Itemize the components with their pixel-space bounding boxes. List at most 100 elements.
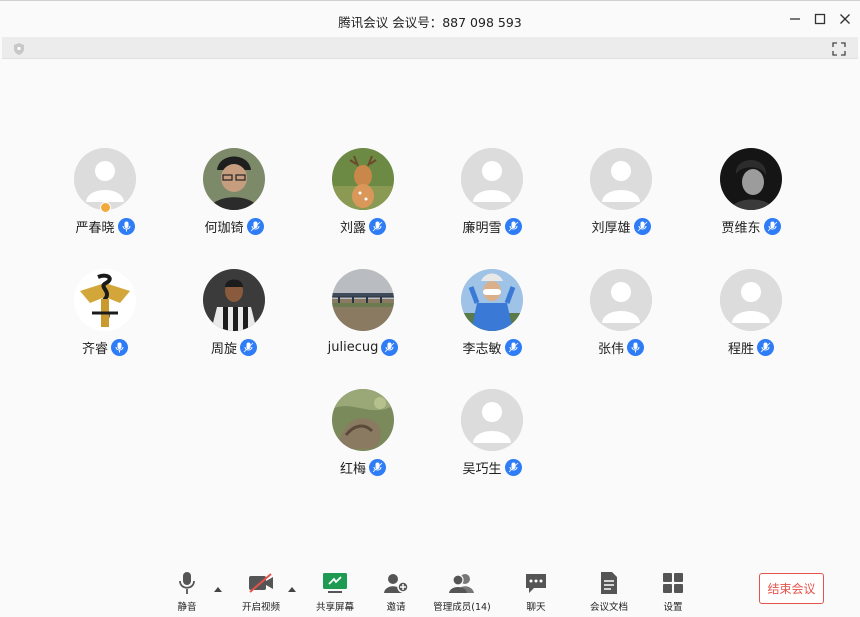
shield-icon [14, 43, 24, 55]
mic-status-icon [111, 338, 128, 356]
mic-active-icon [369, 458, 386, 476]
chat-icon [522, 570, 550, 596]
end-meeting-button[interactable]: 结束会议 [759, 573, 824, 604]
mic-active-icon [369, 217, 386, 235]
manage-members-button[interactable]: 管理成员(14) [427, 570, 497, 614]
participant-name: 刘厚雄 [591, 220, 631, 236]
participant-name: juliecug [327, 339, 379, 355]
person-blue-sky-photo-icon [461, 269, 523, 331]
meeting-info-bar [2, 37, 858, 59]
caret-up-icon [288, 587, 296, 592]
avatar [203, 269, 265, 331]
participant-tile[interactable]: 何珈锜 [179, 148, 289, 248]
participant-tile[interactable]: 贾维东 [696, 148, 806, 248]
share-label: 共享屏幕 [315, 602, 354, 613]
meeting-docs-button[interactable]: 会议文档 [574, 570, 644, 614]
deer-photo-icon [332, 148, 394, 210]
participant-name: 程胜 [727, 341, 754, 357]
participant-tile[interactable]: 红梅 [308, 389, 418, 489]
participant-tile[interactable]: 廉明雪 [437, 148, 547, 248]
fullscreen-icon [832, 42, 846, 56]
avatar [74, 148, 136, 210]
moss-rock-photo-icon [332, 389, 394, 451]
host-badge [100, 202, 111, 213]
minimize-button[interactable] [786, 10, 804, 28]
avatar [332, 269, 394, 331]
person-photo-icon [203, 148, 265, 210]
mic-active-icon [381, 338, 399, 356]
share-screen-icon [321, 570, 349, 596]
mic-status-icon [117, 217, 135, 235]
mic-active-icon [504, 217, 522, 235]
participant-name: 齐睿 [81, 341, 108, 357]
maximize-button[interactable] [811, 10, 829, 28]
river-bridge-photo-icon [332, 269, 394, 331]
avatar [720, 269, 782, 331]
microphone-icon [173, 570, 201, 596]
mute-button[interactable]: 静音 [152, 570, 222, 614]
meeting-toolbar: 静音 开启视频 共享屏幕 邀请 管理成员(14) 聊天 会议文档 设置 结束会议 [0, 560, 860, 617]
participant-tile[interactable]: juliecug [308, 269, 418, 369]
start-video-button[interactable]: 开启视频 [226, 570, 296, 614]
participant-tile[interactable]: 刘厚雄 [566, 148, 676, 248]
participant-name: 红梅 [339, 461, 366, 477]
chat-label: 聊天 [526, 602, 546, 613]
mic-status-icon [627, 338, 644, 356]
participant-name: 刘露 [339, 220, 366, 236]
participant-tile[interactable]: 程胜 [696, 269, 806, 369]
default-avatar-icon [74, 148, 136, 210]
minimize-icon [790, 18, 800, 20]
maximize-icon [814, 13, 826, 25]
members-icon [448, 570, 476, 596]
fullscreen-button[interactable] [832, 41, 846, 56]
add-user-icon [382, 570, 410, 596]
participant-tile[interactable]: 张伟 [566, 269, 676, 369]
participant-name: 李志敏 [462, 341, 502, 357]
close-button[interactable] [836, 10, 854, 28]
audio-options-button[interactable] [213, 578, 223, 592]
mute-label: 静音 [177, 602, 197, 613]
grid-settings-icon [659, 570, 687, 596]
video-label: 开启视频 [241, 602, 280, 613]
default-avatar-icon [590, 148, 652, 210]
participant-tile[interactable]: 吴巧生 [437, 389, 547, 489]
participant-name: 严春晓 [75, 220, 115, 236]
participant-tile[interactable]: 李志敏 [437, 269, 547, 369]
default-avatar-icon [720, 269, 782, 331]
avatar [590, 269, 652, 331]
docs-label: 会议文档 [589, 602, 628, 613]
avatar [590, 148, 652, 210]
title-bar: 腾讯会议 会议号：887 098 593 [0, 0, 860, 37]
participant-tile[interactable]: 齐睿 [50, 269, 160, 369]
default-avatar-icon [461, 148, 523, 210]
video-options-button[interactable] [287, 578, 297, 592]
document-icon [595, 570, 623, 596]
mic-active-icon [633, 217, 651, 235]
avatar [461, 389, 523, 451]
window-title: 腾讯会议 会议号：887 098 593 [338, 15, 522, 30]
participant-tile[interactable]: 严春晓 [50, 148, 160, 248]
default-avatar-icon [590, 269, 652, 331]
invite-label: 邀请 [386, 602, 406, 613]
avatar [332, 389, 394, 451]
settings-button[interactable]: 设置 [638, 570, 708, 614]
close-icon [840, 14, 850, 24]
mic-active-icon [246, 217, 264, 235]
chat-button[interactable]: 聊天 [501, 570, 571, 614]
participant-name: 廉明雪 [462, 220, 502, 236]
participant-tile[interactable]: 周旋 [179, 269, 289, 369]
avatar [461, 148, 523, 210]
participant-name: 何珈锜 [204, 220, 244, 236]
invite-button[interactable]: 邀请 [361, 570, 431, 614]
participant-name: 贾维东 [721, 220, 761, 236]
gold-snake-logo-icon [74, 269, 136, 331]
avatar [203, 148, 265, 210]
share-screen-button[interactable]: 共享屏幕 [300, 570, 370, 614]
avatar [74, 269, 136, 331]
default-avatar-icon [461, 389, 523, 451]
mic-active-icon [504, 458, 522, 476]
security-button[interactable] [12, 41, 26, 55]
participant-tile[interactable]: 刘露 [308, 148, 418, 248]
settings-label: 设置 [663, 602, 683, 613]
soccer-player-photo-icon [203, 269, 265, 331]
